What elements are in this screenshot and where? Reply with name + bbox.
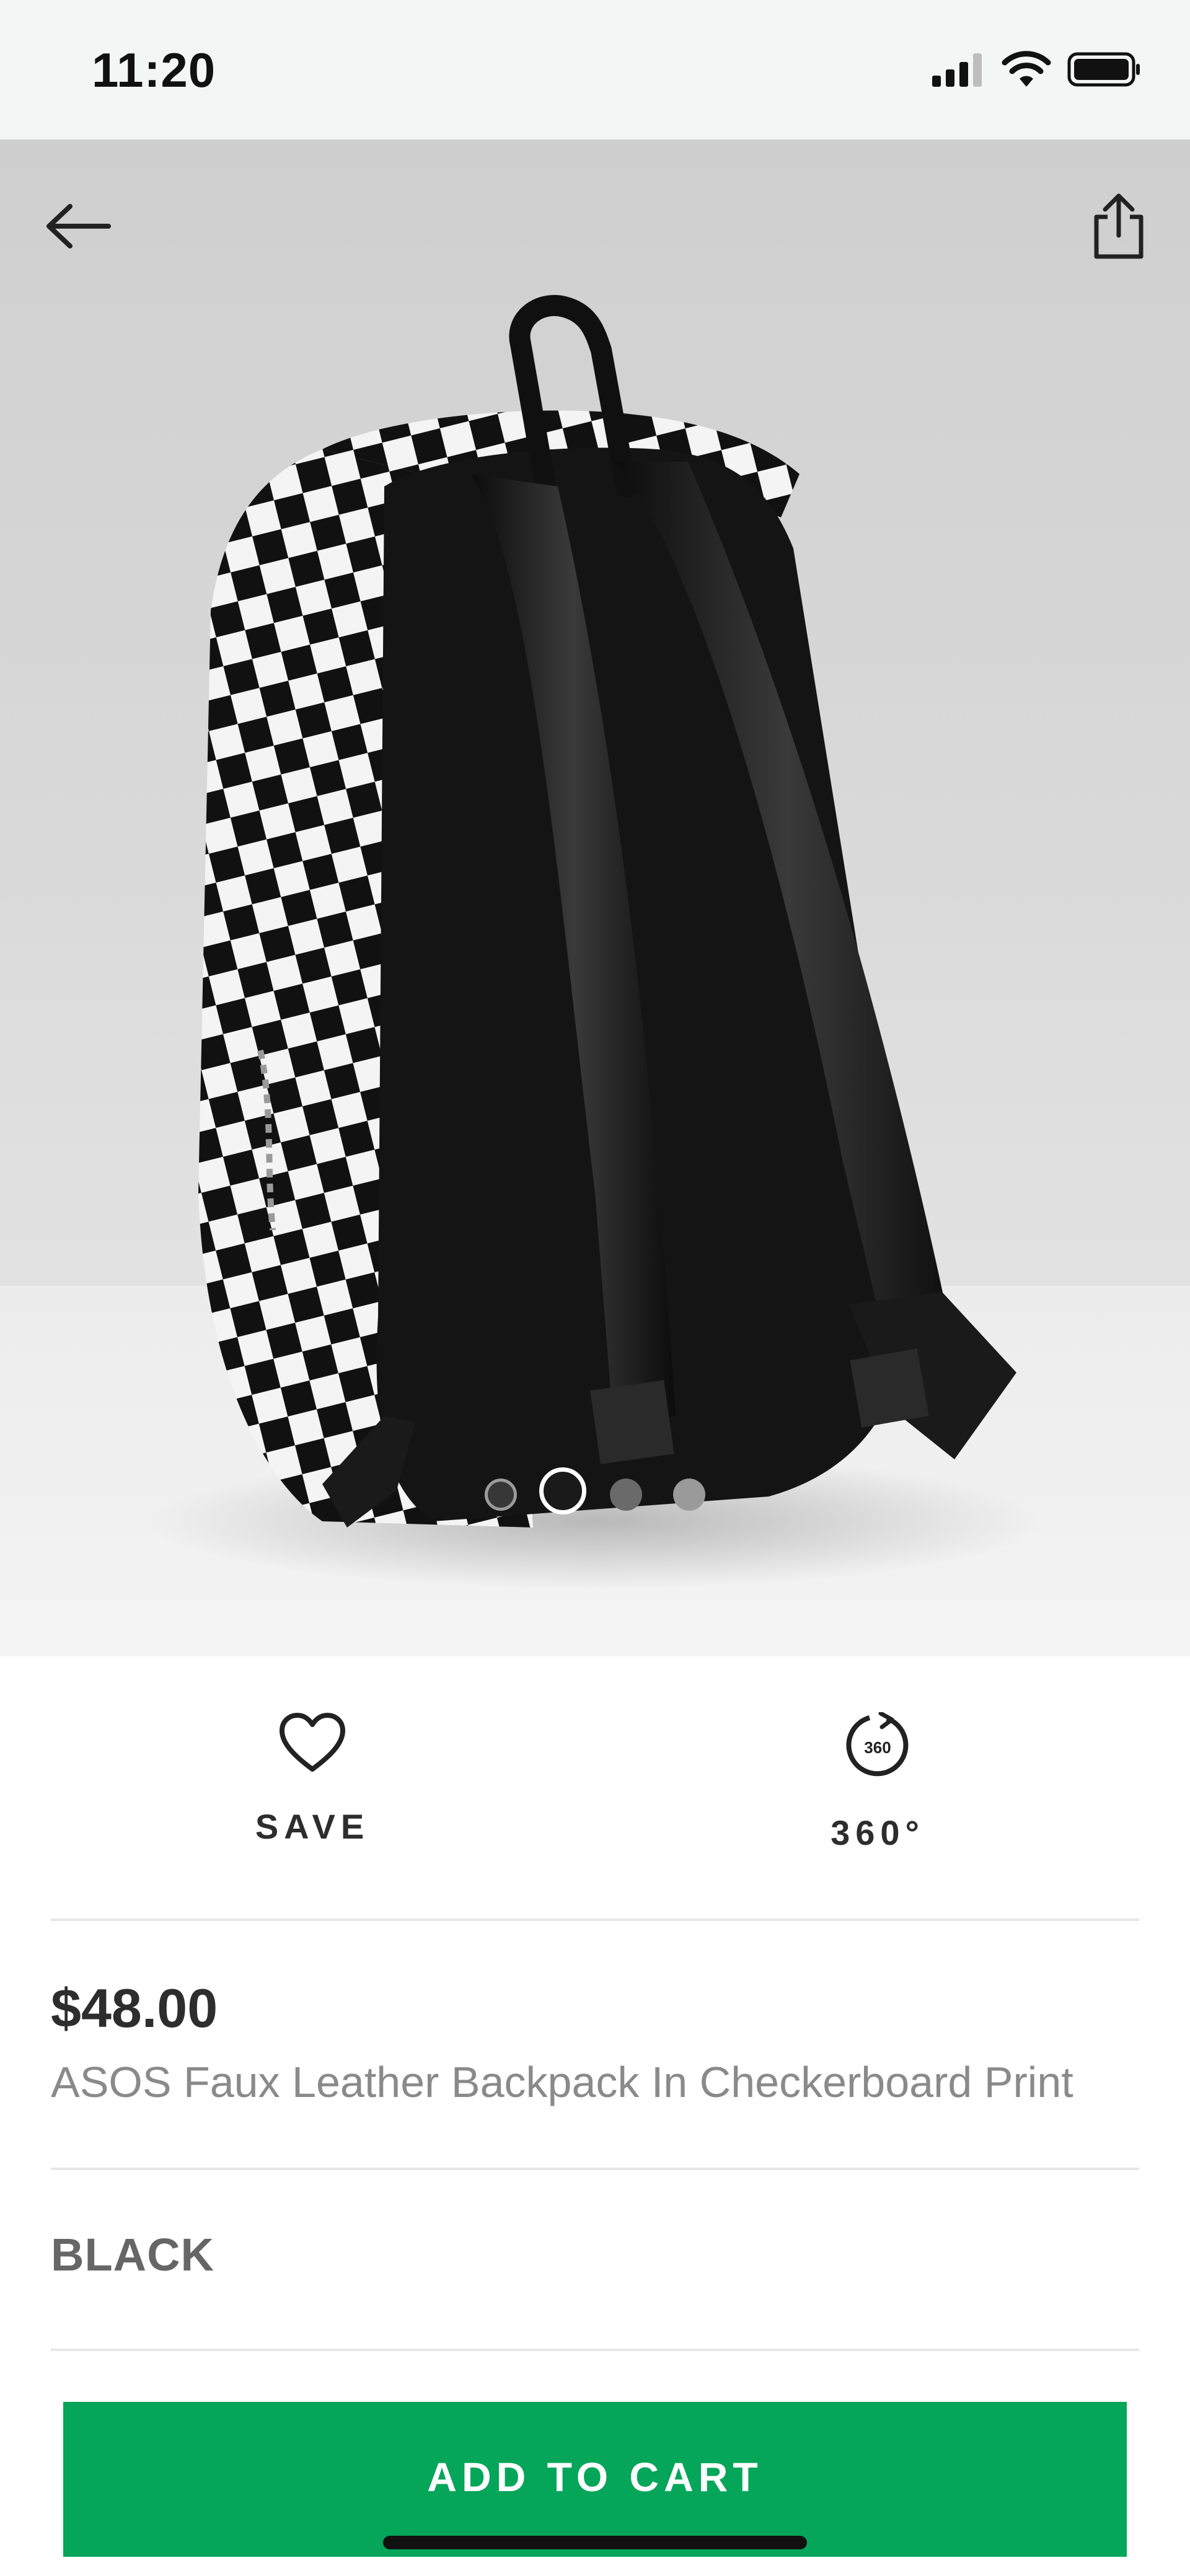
status-time: 11:20	[92, 43, 216, 97]
back-arrow-icon	[46, 204, 111, 248]
status-icons	[932, 51, 1142, 91]
rotate-360-icon-text: 360	[864, 1738, 891, 1757]
carousel-dot[interactable]	[673, 1479, 705, 1511]
product-actions: SAVE 360 360°	[0, 1656, 1190, 1919]
view-360-button[interactable]: 360 360°	[747, 1712, 1008, 1873]
wifi-icon	[1002, 51, 1051, 91]
carousel-dot-active[interactable]	[539, 1467, 586, 1514]
share-icon	[1094, 193, 1144, 259]
battery-icon	[1067, 51, 1142, 91]
carousel-dot[interactable]	[610, 1479, 642, 1511]
product-name: ASOS Faux Leather Backpack In Checkerboa…	[51, 2058, 1073, 2106]
product-image-carousel[interactable]	[0, 139, 1190, 1656]
rotate-360-icon: 360	[846, 1712, 909, 1777]
status-bar: 11:20	[0, 0, 1190, 139]
save-label: SAVE	[255, 1807, 370, 1846]
share-button[interactable]	[1085, 189, 1153, 263]
colour-selector[interactable]: BLACK	[0, 2170, 1190, 2350]
product-price: $48.00	[51, 1977, 218, 2039]
cellular-signal-icon	[932, 52, 985, 90]
heart-icon	[280, 1713, 345, 1772]
divider	[51, 1919, 1139, 1921]
save-button[interactable]: SAVE	[182, 1712, 443, 1873]
colour-label: BLACK	[51, 2229, 214, 2280]
product-photo-backpack	[149, 295, 1041, 1589]
divider	[51, 2349, 1139, 2351]
carousel-dot[interactable]	[485, 1479, 517, 1511]
view-360-label: 360°	[831, 1813, 925, 1852]
carousel-dots	[0, 1462, 1190, 1524]
back-button[interactable]	[41, 192, 115, 260]
home-indicator[interactable]	[383, 2536, 807, 2549]
add-to-cart-button[interactable]: ADD TO CART	[63, 2402, 1127, 2557]
